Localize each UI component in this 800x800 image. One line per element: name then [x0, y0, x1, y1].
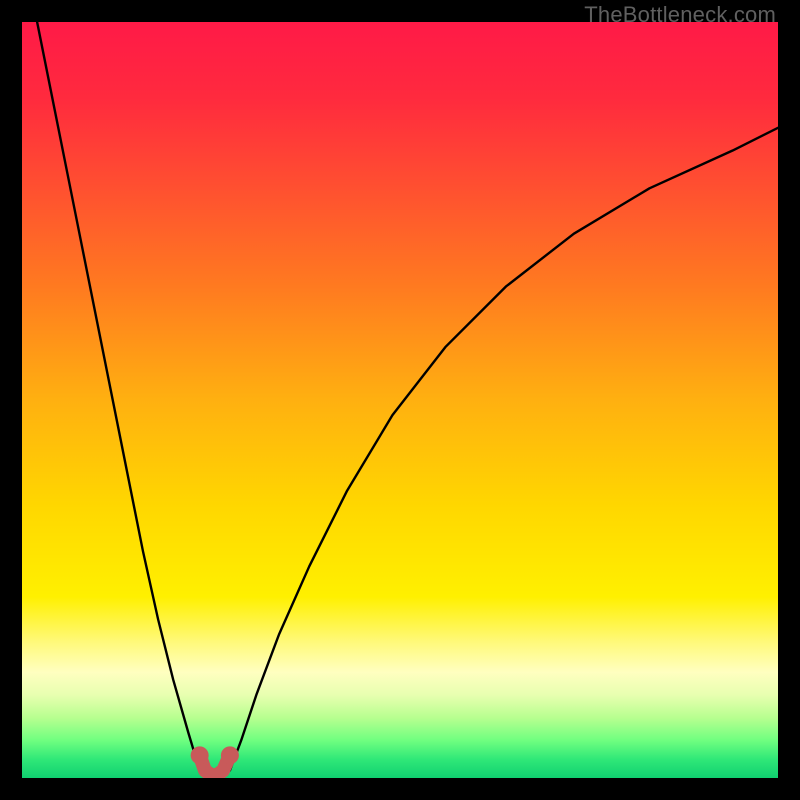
chart-frame — [22, 22, 778, 778]
valley-endpoint-left — [191, 746, 209, 764]
bottleneck-chart — [22, 22, 778, 778]
watermark-text: TheBottleneck.com — [584, 2, 776, 28]
valley-endpoint-right — [221, 746, 239, 764]
gradient-background — [22, 22, 778, 778]
